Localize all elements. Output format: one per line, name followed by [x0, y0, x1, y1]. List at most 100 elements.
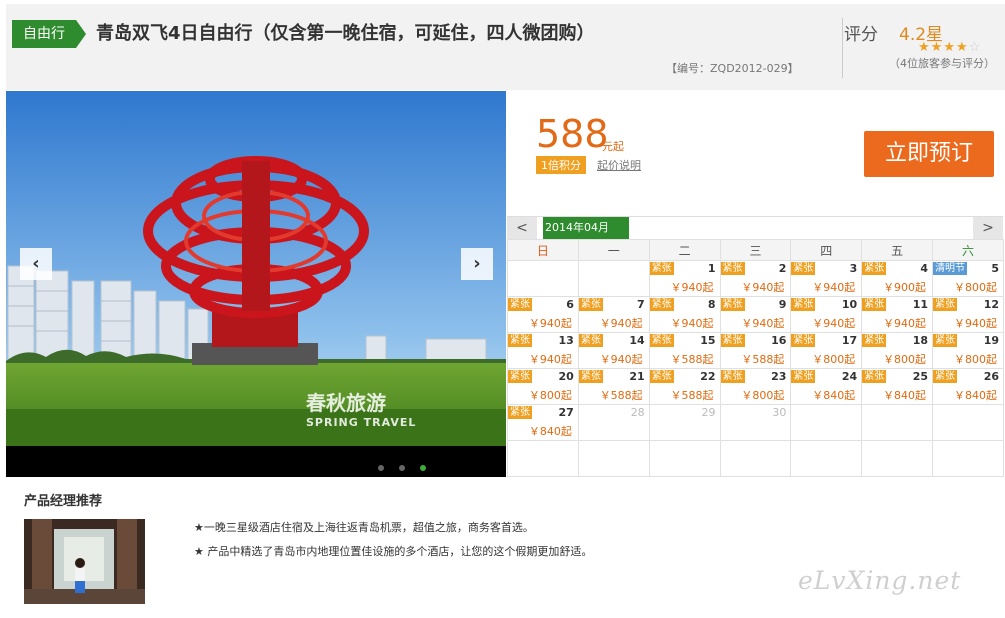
- calendar-day-cell[interactable]: 紧张 18 ￥800起: [861, 332, 934, 369]
- availability-badge: 紧张: [862, 370, 887, 383]
- day-price: ￥800起: [528, 389, 572, 402]
- calendar-day-cell[interactable]: 紧张 2 ￥940起: [719, 260, 792, 297]
- availability-badge: 紧张: [508, 370, 532, 383]
- product-title: 青岛双飞4日自由行（仅含第一晚住宿，可延住，四人微团购）: [96, 23, 595, 44]
- recommendation-point: ★ 产品中精选了青岛市内地理位置佳设施的多个酒店，让您的这个假期更加舒适。: [194, 545, 593, 558]
- availability-badge: 紧张: [720, 334, 745, 347]
- calendar-day-cell[interactable]: 紧张 3 ￥940起: [790, 260, 863, 297]
- availability-badge: 紧张: [933, 370, 958, 383]
- availability-badge: 紧张: [508, 406, 532, 419]
- weekday-header: 三: [719, 239, 792, 261]
- calendar-day-cell[interactable]: 紧张 1 ￥940起: [648, 260, 721, 297]
- day-price: ￥588起: [741, 353, 785, 366]
- calendar-day-cell: 28: [577, 404, 650, 441]
- day-price: ￥940起: [883, 317, 927, 330]
- day-number: 16: [771, 334, 787, 347]
- calendar-day-cell[interactable]: 紧张 25 ￥840起: [861, 368, 934, 405]
- day-price: ￥940起: [812, 317, 856, 330]
- calendar-day-cell[interactable]: 紧张 7 ￥940起: [577, 296, 650, 333]
- calendar-day-cell: 30: [719, 404, 792, 441]
- day-number: 28: [630, 406, 645, 419]
- day-number: 9: [778, 298, 787, 311]
- calendar-day-cell[interactable]: 紧张 10 ￥940起: [790, 296, 863, 333]
- book-now-button[interactable]: 立即预订: [864, 131, 994, 177]
- gallery-prev-button[interactable]: ‹: [20, 248, 52, 280]
- calendar-day-cell[interactable]: 紧张 14 ￥940起: [577, 332, 650, 369]
- calendar-day-cell: [861, 404, 934, 441]
- calendar-day-cell[interactable]: 清明节 5 ￥800起: [932, 260, 1004, 297]
- calendar-day-cell[interactable]: 紧张 6 ￥940起: [507, 296, 579, 333]
- calendar-day-cell[interactable]: 紧张 20 ￥800起: [507, 368, 579, 405]
- calendar-day-cell: [790, 440, 863, 477]
- calendar-next-button[interactable]: >: [973, 217, 1003, 239]
- calendar-day-cell[interactable]: 紧张 24 ￥840起: [790, 368, 863, 405]
- calendar-day-cell[interactable]: 紧张 13 ￥940起: [507, 332, 579, 369]
- day-number: 4: [920, 262, 929, 275]
- gallery-image: [6, 91, 506, 477]
- price-unit: 元起: [602, 140, 624, 153]
- calendar-day-cell: [507, 440, 579, 477]
- price-note-link[interactable]: 起价说明: [597, 157, 641, 173]
- availability-badge: 紧张: [508, 334, 532, 347]
- day-number: 24: [841, 370, 858, 383]
- day-number: 1: [707, 262, 716, 275]
- calendar-day-cell[interactable]: 紧张 4 ￥900起: [861, 260, 934, 297]
- day-number: 8: [707, 298, 716, 311]
- calendar-day-cell[interactable]: 紧张 12 ￥940起: [932, 296, 1004, 333]
- calendar-month: 2014年04月: [543, 217, 629, 239]
- day-price: ￥900起: [883, 281, 927, 294]
- calendar-day-cell[interactable]: 紧张 27 ￥840起: [507, 404, 579, 441]
- star-icon: ★: [943, 40, 956, 55]
- calendar-day-cell[interactable]: 紧张 8 ￥940起: [648, 296, 721, 333]
- availability-badge: 紧张: [578, 298, 603, 311]
- day-price: ￥940起: [812, 281, 856, 294]
- calendar-day-cell[interactable]: 紧张 16 ￥588起: [719, 332, 792, 369]
- availability-badge: 紧张: [933, 298, 958, 311]
- calendar-day-cell[interactable]: 紧张 15 ￥588起: [648, 332, 721, 369]
- calendar-day-cell[interactable]: 紧张 26 ￥840起: [932, 368, 1004, 405]
- day-price: ￥840起: [812, 389, 856, 402]
- holiday-badge: 清明节: [933, 262, 968, 275]
- day-number: 3: [849, 262, 858, 275]
- price-calendar: 日 一 二 三 四 五 六 紧张 1 ￥940起 紧张 2 ￥940起 紧张 3 ￥940起 紧张…: [507, 239, 1004, 477]
- calendar-day-cell[interactable]: 紧张 17 ￥800起: [790, 332, 863, 369]
- availability-badge: 紧张: [649, 262, 674, 275]
- day-price: ￥800起: [954, 353, 997, 366]
- calendar-day-cell[interactable]: 紧张 23 ￥800起: [719, 368, 792, 405]
- calendar-prev-button[interactable]: <: [507, 217, 537, 239]
- gallery-dot[interactable]: [399, 465, 406, 471]
- star-empty-icon: ☆: [968, 40, 982, 55]
- availability-badge: 紧张: [791, 370, 816, 383]
- points-badge: 1倍积分: [536, 156, 586, 174]
- day-price: ￥840起: [528, 425, 572, 438]
- calendar-day-cell[interactable]: 紧张 9 ￥940起: [719, 296, 792, 333]
- calendar-day-cell[interactable]: 紧张 22 ￥588起: [648, 368, 721, 405]
- rating-label: 评分: [844, 25, 878, 45]
- gallery-next-button[interactable]: ›: [461, 248, 493, 280]
- availability-badge: 紧张: [720, 298, 745, 311]
- site-watermark: eLvXing.net: [798, 566, 962, 595]
- availability-badge: 紧张: [508, 298, 532, 311]
- gallery-dot[interactable]: [378, 465, 384, 471]
- weekday-header: 二: [648, 239, 721, 261]
- day-price: ￥840起: [883, 389, 927, 402]
- day-price: ￥940起: [670, 281, 714, 294]
- calendar-day-cell[interactable]: 紧张 19 ￥800起: [932, 332, 1004, 369]
- star-icon: ★: [955, 40, 969, 55]
- day-number: 10: [841, 298, 858, 311]
- availability-badge: 紧张: [578, 334, 603, 347]
- calendar-day-cell[interactable]: 紧张 21 ￥588起: [577, 368, 650, 405]
- calendar-week-row: [507, 440, 1004, 477]
- manager-section-title: 产品经理推荐: [24, 494, 103, 509]
- calendar-day-cell[interactable]: 紧张 11 ￥940起: [861, 296, 934, 333]
- day-number: 22: [700, 370, 716, 383]
- day-number: 30: [772, 406, 787, 419]
- calendar-day-cell: [790, 404, 863, 441]
- day-price: ￥800起: [883, 353, 927, 366]
- gallery-dot-active[interactable]: [420, 465, 427, 471]
- calendar-day-cell: [577, 440, 650, 477]
- day-number: 15: [700, 334, 716, 347]
- category-tag: 自由行: [12, 20, 86, 48]
- calendar-day-cell: [648, 440, 721, 477]
- weekday-header: 五: [861, 239, 934, 261]
